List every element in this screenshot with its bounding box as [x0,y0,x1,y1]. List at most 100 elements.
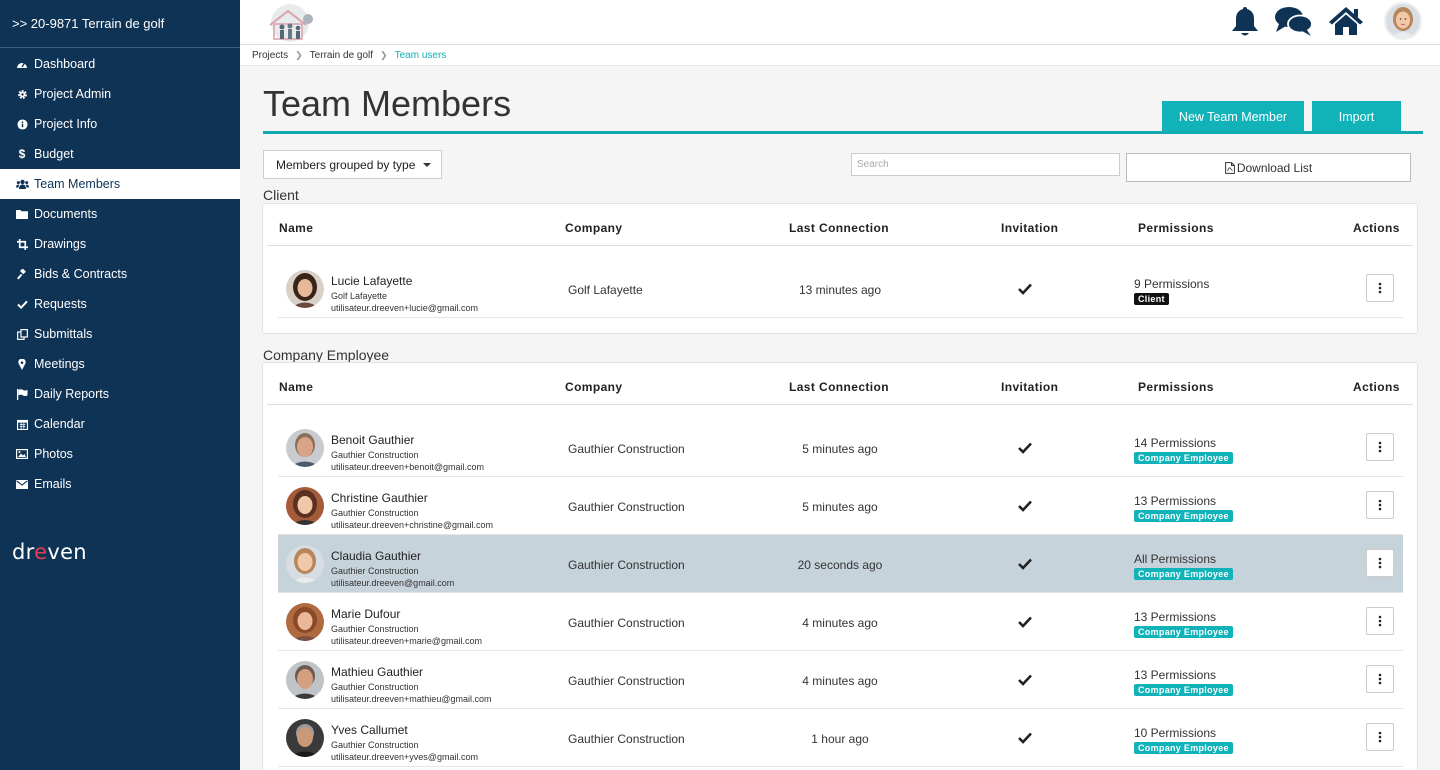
chat-icon[interactable] [1274,5,1314,37]
new-team-member-button[interactable]: New Team Member [1162,101,1304,133]
member-company: Gauthier Construction [568,500,685,514]
sidebar-item-budget[interactable]: $ Budget [0,139,240,169]
member-name[interactable]: Christine Gauthier [331,491,428,505]
project-selector[interactable]: >> 20-9871 Terrain de golf [0,0,240,48]
company-logo[interactable] [260,3,320,43]
sidebar-item-calendar[interactable]: Calendar [0,409,240,439]
ellipsis-vertical-icon [1378,731,1382,743]
chevron-right-icon: ❯ [295,49,303,60]
row-actions-button[interactable] [1366,665,1394,693]
table-row[interactable]: Claudia Gauthier Gauthier Construction u… [278,535,1403,593]
sidebar-item-label: Project Admin [34,87,112,101]
col-last-connection[interactable]: Last Connection [789,221,889,235]
member-photo [286,603,324,641]
last-connection: 4 minutes ago [802,616,878,630]
role-badge: Client [1134,293,1169,305]
member-email: utilisateur.dreeven+marie@gmail.com [331,636,482,646]
sidebar-item-photos[interactable]: Photos [0,439,240,469]
sidebar-item-project-info[interactable]: Project Info [0,109,240,139]
table-header: Name Company Last Connection Invitation … [267,363,1413,405]
sidebar-item-dashboard[interactable]: Dashboard [0,49,240,79]
member-company-small: Gauthier Construction [331,450,419,460]
breadcrumb-current: Team users [394,49,447,61]
table-row[interactable]: Yves Callumet Gauthier Construction util… [278,709,1403,767]
main-content: Team Members New Team Member Import Memb… [240,66,1440,770]
check-icon [1018,731,1032,749]
table-row[interactable]: Benoit Gauthier Gauthier Construction ut… [278,419,1403,477]
member-company-small: Gauthier Construction [331,508,419,518]
member-company: Gauthier Construction [568,674,685,688]
last-connection: 5 minutes ago [802,500,878,514]
check-icon [1018,673,1032,691]
member-email: utilisateur.dreeven+christine@gmail.com [331,520,493,530]
table-row[interactable]: Christine Gauthier Gauthier Construction… [278,477,1403,535]
member-name[interactable]: Claudia Gauthier [331,549,421,563]
ellipsis-vertical-icon [1378,557,1382,569]
user-avatar[interactable] [1384,2,1422,40]
dollar-icon: $ [18,147,26,161]
sidebar-item-team-members[interactable]: Team Members [0,169,240,199]
file-pdf-icon [1224,161,1235,174]
permissions-count: All Permissions [1134,552,1217,566]
row-actions-button[interactable] [1366,491,1394,519]
last-connection: 13 minutes ago [798,283,882,297]
member-name[interactable]: Benoit Gauthier [331,433,414,447]
sidebar-item-label: Documents [34,207,98,221]
role-badge: Company Employee [1134,452,1233,464]
sidebar-item-requests[interactable]: Requests [0,289,240,319]
col-last-connection[interactable]: Last Connection [789,380,889,394]
calendar-icon [14,419,30,430]
member-name[interactable]: Lucie Lafayette [331,274,412,288]
copy-icon [14,328,30,340]
import-button[interactable]: Import [1312,101,1401,133]
member-name[interactable]: Yves Callumet [331,723,408,737]
row-actions-button[interactable] [1366,549,1394,577]
table-row[interactable]: Lucie Lafayette Golf Lafayette utilisate… [278,260,1403,318]
caret-down-icon [423,162,432,167]
member-photo [286,487,324,525]
top-icons [1216,2,1422,40]
search-input[interactable] [851,153,1120,176]
sidebar-item-label: Calendar [34,417,85,431]
check-icon [1018,499,1032,517]
ellipsis-vertical-icon [1378,282,1382,294]
member-company: Golf Lafayette [568,283,643,297]
group-by-dropdown[interactable]: Members grouped by type [263,150,442,179]
employee-table: Name Company Last Connection Invitation … [262,362,1418,770]
role-badge: Company Employee [1134,742,1233,754]
breadcrumb-project[interactable]: Terrain de golf [310,50,373,61]
breadcrumb-projects[interactable]: Projects [252,50,288,61]
last-connection: 5 minutes ago [802,442,878,456]
ellipsis-vertical-icon [1378,499,1382,511]
member-company-small: Gauthier Construction [331,740,419,750]
sidebar-item-daily-reports[interactable]: Daily Reports [0,379,240,409]
sidebar-item-project-admin[interactable]: Project Admin [0,79,240,109]
row-actions-button[interactable] [1366,433,1394,461]
row-actions-button[interactable] [1366,274,1394,302]
bell-icon[interactable] [1230,5,1260,37]
row-actions-button[interactable] [1366,723,1394,751]
member-name[interactable]: Mathieu Gauthier [331,665,423,679]
check-icon [1018,615,1032,633]
table-row[interactable]: Marie Dufour Gauthier Construction utili… [278,593,1403,651]
col-company[interactable]: Company [565,221,622,235]
sidebar-item-emails[interactable]: Emails [0,469,240,499]
row-actions-button[interactable] [1366,607,1394,635]
sidebar-item-documents[interactable]: Documents [0,199,240,229]
sidebar-item-drawings[interactable]: Drawings [0,229,240,259]
download-list-button[interactable]: Download List [1126,153,1411,182]
sidebar-item-bids-contracts[interactable]: Bids & Contracts [0,259,240,289]
col-company[interactable]: Company [565,380,622,394]
sidebar-item-meetings[interactable]: Meetings [0,349,240,379]
permissions-count: 10 Permissions [1134,726,1217,740]
member-name[interactable]: Marie Dufour [331,607,400,621]
home-icon[interactable] [1328,6,1364,36]
sidebar-item-submittals[interactable]: Submittals [0,319,240,349]
col-name[interactable]: Name [279,380,313,394]
table-row[interactable]: Mathieu Gauthier Gauthier Construction u… [278,651,1403,709]
col-name[interactable]: Name [279,221,313,235]
member-company: Gauthier Construction [568,732,685,746]
member-photo [286,270,324,308]
last-connection: 4 minutes ago [802,674,878,688]
sidebar-item-label: Daily Reports [34,387,110,401]
